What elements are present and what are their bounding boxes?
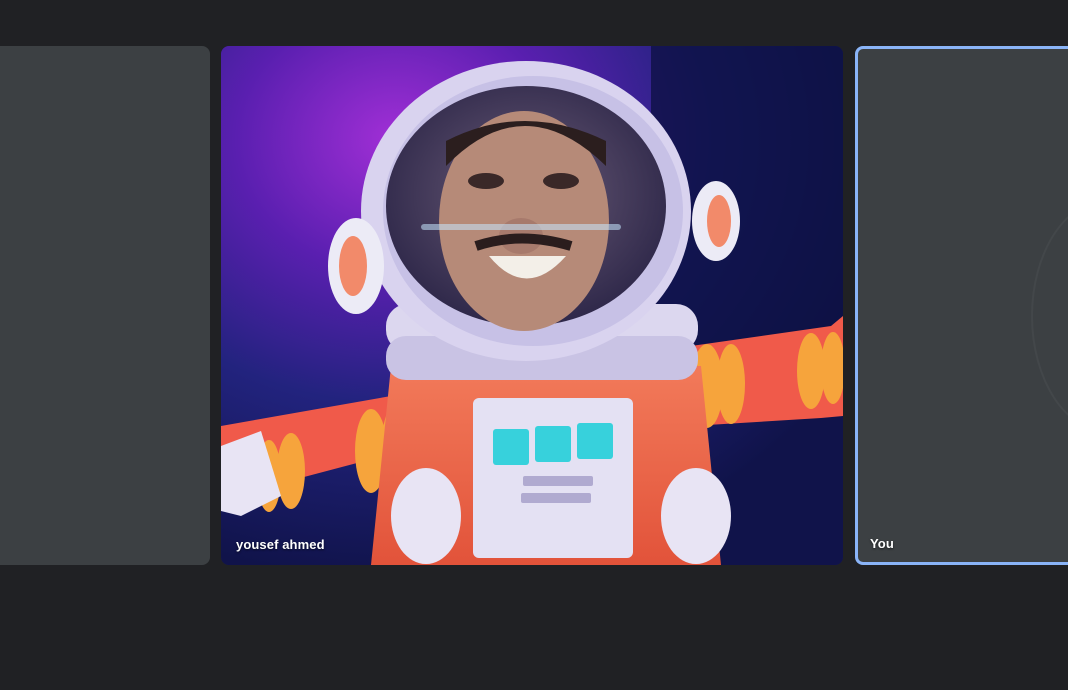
participant-name-label: yousef ahmed [236, 537, 325, 552]
meeting-stage: yousef ahmed You [0, 0, 1068, 690]
participant-tile[interactable] [0, 46, 210, 565]
participant-tile-yousef-ahmed[interactable]: yousef ahmed [221, 46, 843, 565]
participant-name-label: You [870, 536, 894, 551]
participant-video [221, 46, 843, 565]
participant-tile-self[interactable]: You [855, 46, 1068, 565]
avatar [1031, 199, 1068, 433]
